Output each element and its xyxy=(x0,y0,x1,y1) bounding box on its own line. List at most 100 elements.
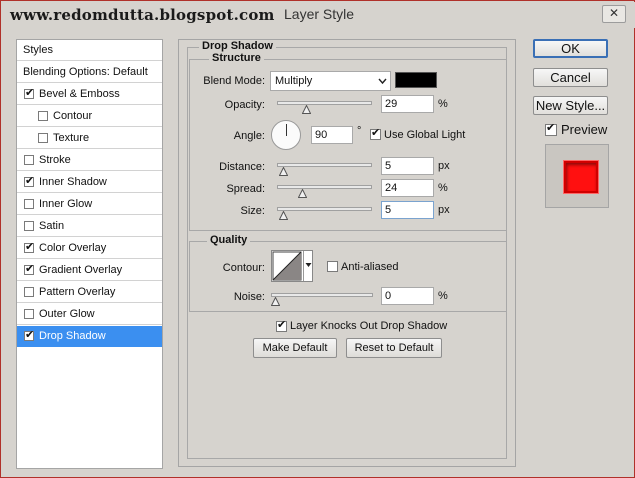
preview-checkbox[interactable] xyxy=(545,121,557,136)
style-item-label: Drop Shadow xyxy=(39,330,106,342)
layer-style-dialog: www.redomdutta.blogspot.com Layer Style … xyxy=(0,0,635,478)
noise-input[interactable]: 0 xyxy=(381,287,434,305)
style-item-label: Styles xyxy=(23,44,53,56)
style-item-texture[interactable]: Texture xyxy=(17,128,162,149)
style-item-drop-shadow[interactable]: Drop Shadow xyxy=(17,326,162,347)
angle-unit: ° xyxy=(357,125,362,137)
style-item-checkbox[interactable] xyxy=(38,133,48,143)
layer-knocks-label: Layer Knocks Out Drop Shadow xyxy=(290,320,448,332)
style-item-label: Outer Glow xyxy=(39,308,95,320)
style-item-bevel-emboss[interactable]: Bevel & Emboss xyxy=(17,84,162,105)
watermark-text: www.redomdutta.blogspot.com xyxy=(10,6,275,24)
distance-label: Distance: xyxy=(219,161,265,173)
opacity-slider-track[interactable] xyxy=(277,101,372,105)
opacity-unit: % xyxy=(438,98,448,110)
size-slider-track[interactable] xyxy=(277,207,372,211)
style-item-label: Bevel & Emboss xyxy=(39,88,120,100)
style-item-checkbox[interactable] xyxy=(24,199,34,209)
spread-input[interactable]: 24 xyxy=(381,179,434,197)
contour-dropdown-icon[interactable] xyxy=(303,251,313,281)
angle-dial[interactable] xyxy=(271,120,301,150)
style-item-checkbox[interactable] xyxy=(24,86,34,99)
make-default-button[interactable]: Make Default xyxy=(253,338,337,358)
ok-button[interactable]: OK xyxy=(533,39,608,58)
close-icon[interactable]: ✕ xyxy=(602,5,626,23)
opacity-slider-thumb[interactable] xyxy=(301,104,312,114)
style-item-label: Stroke xyxy=(39,154,71,166)
size-unit: px xyxy=(438,204,450,216)
structure-title: Structure xyxy=(209,52,264,64)
new-style-button[interactable]: New Style... xyxy=(533,96,608,115)
blend-mode-value: Multiply xyxy=(275,75,313,87)
size-input[interactable]: 5 xyxy=(381,201,434,219)
use-global-light-label: Use Global Light xyxy=(384,129,466,141)
distance-slider-track[interactable] xyxy=(277,163,372,167)
styles-list: Styles Blending Options: Default Bevel & E… xyxy=(16,39,163,469)
style-item-checkbox[interactable] xyxy=(24,262,34,275)
spread-slider-track[interactable] xyxy=(277,185,372,189)
style-item-label: Inner Shadow xyxy=(39,176,107,188)
preview-label: Preview xyxy=(561,122,608,137)
reset-to-default-button[interactable]: Reset to Default xyxy=(346,338,442,358)
window-title: Layer Style xyxy=(284,6,355,22)
style-item-satin[interactable]: Satin xyxy=(17,216,162,237)
style-item-checkbox[interactable] xyxy=(24,328,34,341)
quality-title: Quality xyxy=(207,234,251,246)
size-label: Size: xyxy=(240,205,265,217)
opacity-label: Opacity: xyxy=(224,99,265,111)
chevron-down-icon xyxy=(378,72,387,96)
drop-shadow-title: Drop Shadow xyxy=(199,40,276,52)
style-item-checkbox[interactable] xyxy=(24,240,34,253)
noise-slider-thumb[interactable] xyxy=(270,296,281,306)
anti-aliased-checkbox[interactable] xyxy=(327,261,338,272)
style-item-color-overlay[interactable]: Color Overlay xyxy=(17,238,162,259)
size-slider-thumb[interactable] xyxy=(278,210,289,220)
style-item-blending-options-default[interactable]: Blending Options: Default xyxy=(17,62,162,83)
style-item-inner-glow[interactable]: Inner Glow xyxy=(17,194,162,215)
style-item-stroke[interactable]: Stroke xyxy=(17,150,162,171)
contour-picker[interactable] xyxy=(271,250,313,282)
opacity-input[interactable]: 29 xyxy=(381,95,434,113)
anti-aliased-label: Anti-aliased xyxy=(341,261,399,273)
angle-label: Angle: xyxy=(233,130,265,142)
style-item-checkbox[interactable] xyxy=(38,111,48,121)
distance-input[interactable]: 5 xyxy=(381,157,434,175)
layer-knocks-checkbox[interactable] xyxy=(276,318,287,332)
shadow-color-swatch[interactable] xyxy=(395,72,437,88)
style-item-label: Color Overlay xyxy=(39,242,107,254)
drop-shadow-panel: Drop Shadow Structure Blend Mode: Multip… xyxy=(178,39,516,467)
noise-unit: % xyxy=(438,290,448,302)
style-item-gradient-overlay[interactable]: Gradient Overlay xyxy=(17,260,162,281)
style-item-outer-glow[interactable]: Outer Glow xyxy=(17,304,162,325)
style-item-checkbox[interactable] xyxy=(24,221,34,231)
title-bar: www.redomdutta.blogspot.com Layer Style … xyxy=(2,2,635,28)
style-item-checkbox[interactable] xyxy=(24,309,34,319)
style-item-checkbox[interactable] xyxy=(24,174,34,187)
noise-label: Noise: xyxy=(233,291,265,303)
cancel-button[interactable]: Cancel xyxy=(533,68,608,87)
noise-slider-track[interactable] xyxy=(271,293,373,297)
spread-slider-thumb[interactable] xyxy=(297,188,307,198)
style-item-label: Texture xyxy=(53,132,90,144)
style-item-checkbox[interactable] xyxy=(24,287,34,297)
style-item-label: Blending Options: Default xyxy=(23,66,148,78)
style-item-label: Satin xyxy=(39,220,65,232)
style-item-label: Gradient Overlay xyxy=(39,264,123,276)
blend-mode-label: Blend Mode: xyxy=(203,75,265,87)
style-item-label: Pattern Overlay xyxy=(39,286,116,298)
use-global-light-checkbox[interactable] xyxy=(370,126,381,140)
spread-unit: % xyxy=(438,182,448,194)
style-item-checkbox[interactable] xyxy=(24,155,34,165)
style-item-pattern-overlay[interactable]: Pattern Overlay xyxy=(17,282,162,303)
contour-label: Contour: xyxy=(222,262,265,274)
distance-slider-thumb[interactable] xyxy=(278,166,289,176)
blend-mode-select[interactable]: Multiply xyxy=(270,71,391,91)
angle-input[interactable]: 90 xyxy=(311,126,353,144)
style-item-styles[interactable]: Styles xyxy=(17,40,162,61)
style-item-label: Inner Glow xyxy=(39,198,93,210)
style-item-label: Contour xyxy=(53,110,93,122)
style-item-contour[interactable]: Contour xyxy=(17,106,162,127)
style-item-inner-shadow[interactable]: Inner Shadow xyxy=(17,172,162,193)
distance-unit: px xyxy=(438,160,450,172)
style-preview xyxy=(545,144,609,208)
